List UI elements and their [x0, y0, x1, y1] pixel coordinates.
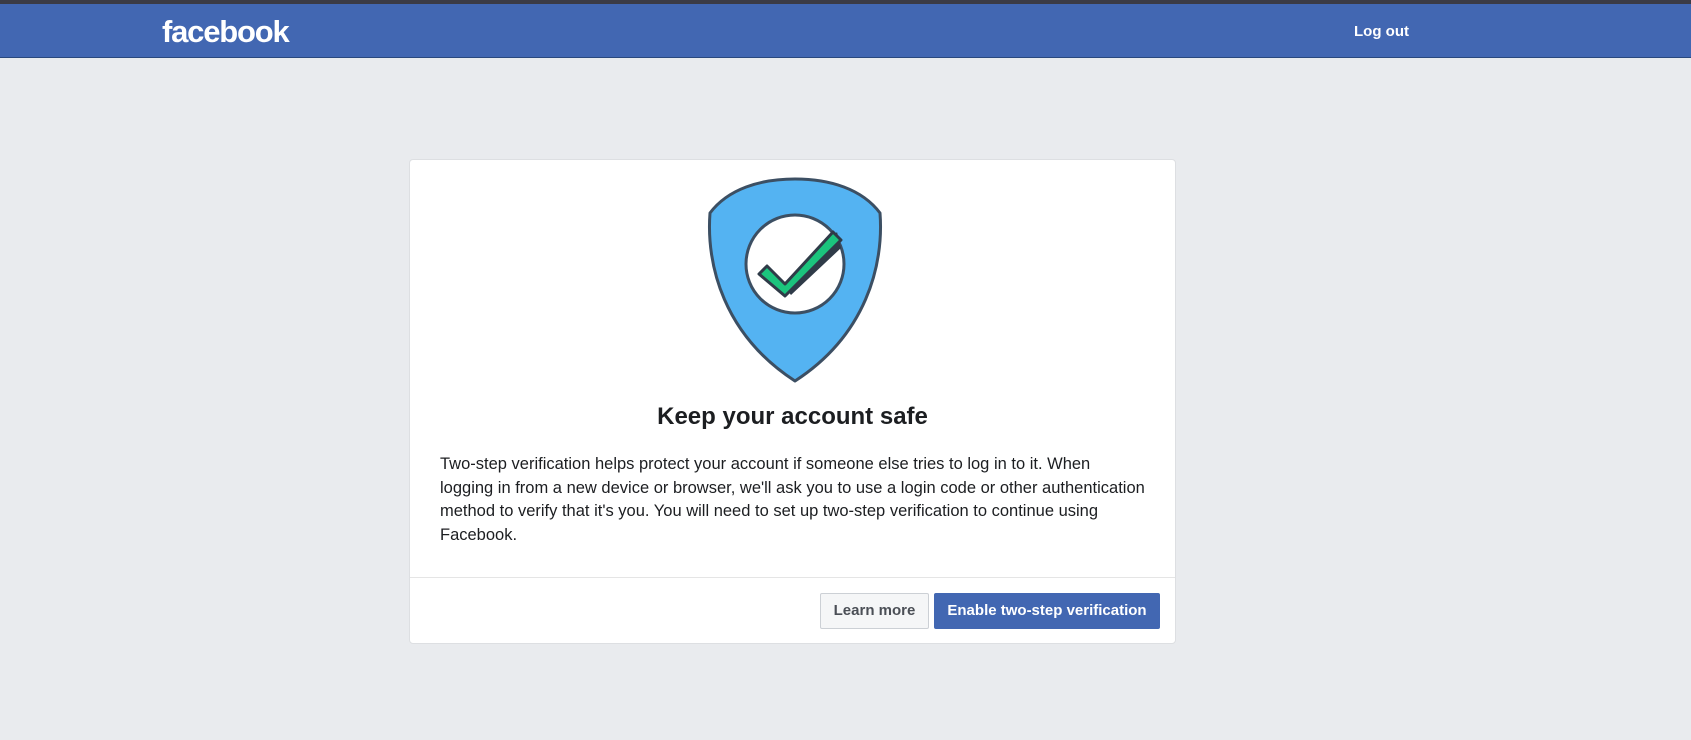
learn-more-button[interactable]: Learn more	[820, 593, 929, 629]
card-title: Keep your account safe	[657, 403, 928, 430]
two-step-verification-card: Keep your account safe Two-step verifica…	[409, 159, 1176, 644]
card-description: Two-step verification helps protect your…	[440, 455, 1145, 544]
top-navigation-bar: facebook Log out	[0, 4, 1691, 58]
card-footer: Learn more Enable two-step verification	[410, 577, 1175, 643]
facebook-logo[interactable]: facebook	[162, 14, 290, 50]
logout-link[interactable]: Log out	[1354, 22, 1409, 42]
shield-check-icon	[700, 175, 890, 387]
enable-two-step-verification-button[interactable]: Enable two-step verification	[934, 593, 1160, 629]
